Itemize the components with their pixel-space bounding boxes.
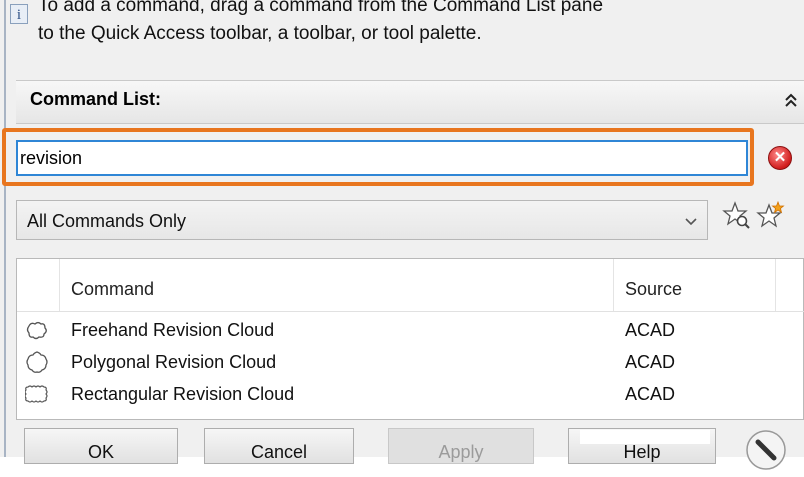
column-divider	[775, 259, 776, 311]
collapse-icon[interactable]	[782, 91, 800, 111]
search-input[interactable]	[16, 140, 748, 176]
command-name: Polygonal Revision Cloud	[71, 352, 277, 372]
new-command-star-icon[interactable]	[756, 200, 786, 232]
table-row[interactable]: Rectangular Revision Cloud ACAD	[17, 379, 804, 411]
command-source: ACAD	[625, 384, 676, 404]
find-command-star-icon[interactable]	[722, 200, 752, 232]
ok-button[interactable]: OK	[24, 428, 178, 464]
column-header-command[interactable]: Command	[71, 279, 154, 300]
info-text: To add a command, drag a command from th…	[38, 0, 778, 48]
wrench-icon[interactable]	[744, 428, 788, 472]
polygonal-revision-cloud-icon	[25, 350, 49, 374]
command-source: ACAD	[625, 352, 676, 372]
column-divider	[613, 259, 614, 311]
apply-button[interactable]: Apply	[388, 428, 534, 464]
pane-border	[4, 0, 6, 457]
info-icon: i	[10, 4, 28, 24]
filter-selected-value: All Commands Only	[27, 211, 187, 231]
info-line-1: To add a command, drag a command from th…	[38, 0, 604, 16]
table-row[interactable]: Polygonal Revision Cloud ACAD	[17, 347, 804, 379]
command-table: Command Source Freehand Revision Cloud A…	[16, 258, 804, 420]
table-row[interactable]: Freehand Revision Cloud ACAD	[17, 315, 804, 347]
clear-search-icon[interactable]: ✕	[768, 146, 792, 170]
cancel-button[interactable]: Cancel	[204, 428, 354, 464]
command-source: ACAD	[625, 320, 676, 340]
info-line-2: to the Quick Access toolbar, a toolbar, …	[38, 23, 482, 44]
command-name: Freehand Revision Cloud	[71, 320, 275, 340]
chevron-down-icon	[685, 215, 697, 227]
rectangular-revision-cloud-icon	[24, 382, 49, 406]
customize-ui-pane: i To add a command, drag a command from …	[0, 0, 804, 470]
command-filter-dropdown[interactable]: All Commands Only	[16, 200, 708, 240]
redaction-overlay	[580, 430, 710, 444]
command-list-title: Command List:	[30, 89, 162, 109]
column-header-source[interactable]: Source	[625, 279, 682, 300]
freehand-revision-cloud-icon	[25, 318, 49, 342]
command-name: Rectangular Revision Cloud	[71, 384, 295, 404]
table-header: Command Source	[17, 259, 804, 312]
command-list-header: Command List:	[16, 80, 804, 124]
column-divider	[59, 259, 60, 311]
